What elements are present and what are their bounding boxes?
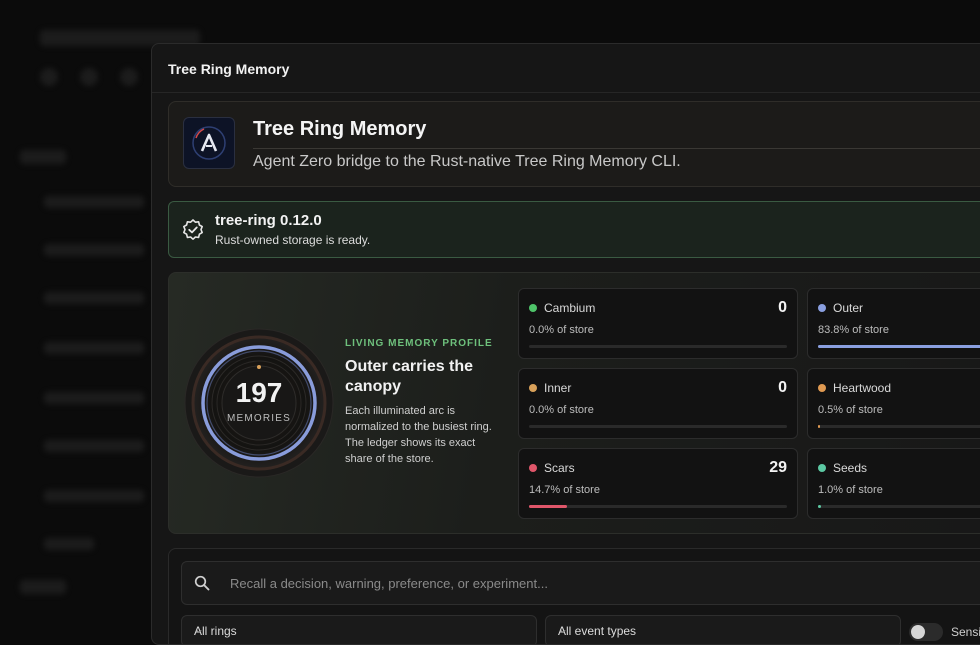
ring-share-fill bbox=[818, 425, 821, 428]
ring-share: 0.0% of store bbox=[529, 404, 594, 416]
ring-share-bar bbox=[529, 345, 787, 348]
status-message: Rust-owned storage is ready. bbox=[215, 233, 371, 247]
chevron-down-icon: ⌄ bbox=[194, 622, 205, 636]
plugin-header-card: Tree Ring Memory Agent Zero bridge to th… bbox=[168, 101, 980, 187]
ring-name: Heartwood bbox=[833, 381, 892, 395]
ring-share: 14.7% of store bbox=[529, 484, 600, 496]
ring-name: Scars bbox=[544, 461, 575, 475]
chevron-down-icon: ⌄ bbox=[558, 622, 569, 636]
ring-name: Inner bbox=[544, 381, 572, 395]
ring-tile-outer[interactable]: Outer 83.8% of store bbox=[807, 288, 980, 359]
profile-kicker: LIVING MEMORY PROFILE bbox=[345, 338, 493, 349]
ring-count: 0 bbox=[778, 299, 787, 316]
ring-tile-heartwood[interactable]: Heartwood 0.5% of store bbox=[807, 368, 980, 439]
ring-color-dot bbox=[529, 384, 537, 392]
search-icon bbox=[194, 575, 210, 596]
ring-name: Cambium bbox=[544, 301, 596, 315]
memory-count-label: MEMORIES bbox=[226, 413, 292, 424]
ring-share-bar bbox=[818, 425, 980, 428]
tree-ring-memory-modal: Tree Ring Memory Tree Ring Memory Agent … bbox=[151, 43, 980, 645]
status-banner: tree-ring 0.12.0 Rust-owned storage is r… bbox=[168, 201, 980, 258]
memory-profile-card: 197 MEMORIES LIVING MEMORY PROFILE Outer… bbox=[168, 272, 980, 534]
ring-color-dot bbox=[529, 304, 537, 312]
ring-share-fill bbox=[818, 345, 980, 348]
recall-search-input[interactable] bbox=[228, 562, 932, 604]
ring-share: 1.0% of store bbox=[818, 484, 883, 496]
toggle-knob bbox=[911, 625, 925, 639]
ring-count: 0 bbox=[778, 379, 787, 396]
verified-badge-icon bbox=[181, 218, 205, 247]
modal-title: Tree Ring Memory bbox=[168, 61, 290, 77]
profile-description: Each illuminated arc is normalized to th… bbox=[345, 405, 492, 465]
profile-heading: Outer carries the canopy bbox=[345, 358, 474, 395]
ring-share-bar bbox=[818, 345, 980, 348]
ring-color-dot bbox=[818, 304, 826, 312]
ring-tile-inner[interactable]: Inner 0 0.0% of store bbox=[518, 368, 798, 439]
plugin-description: Agent Zero bridge to the Rust-native Tre… bbox=[253, 153, 681, 170]
ring-name: Seeds bbox=[833, 461, 868, 475]
ring-color-dot bbox=[818, 384, 826, 392]
ring-name: Outer bbox=[833, 301, 864, 315]
header-divider bbox=[253, 148, 980, 149]
ring-tile-seeds[interactable]: Seeds 1.0% of store bbox=[807, 448, 980, 519]
recall-panel: All rings ⌄ All event types ⌄ Sensi bbox=[168, 548, 980, 644]
plugin-title: Tree Ring Memory bbox=[253, 118, 427, 140]
ring-tile-scars[interactable]: Scars 29 14.7% of store bbox=[518, 448, 798, 519]
memory-ring-visual: 197 MEMORIES bbox=[183, 327, 335, 479]
status-title: tree-ring 0.12.0 bbox=[215, 212, 322, 229]
ring-share-bar bbox=[529, 505, 787, 508]
ring-color-dot bbox=[529, 464, 537, 472]
ring-share-fill bbox=[818, 505, 821, 508]
sensitive-toggle[interactable] bbox=[909, 623, 943, 641]
search-box[interactable] bbox=[181, 561, 980, 605]
event-type-filter-select[interactable]: All event types ⌄ bbox=[545, 615, 901, 644]
ring-share-fill bbox=[529, 505, 567, 508]
ring-count: 29 bbox=[769, 459, 787, 476]
ring-share: 0.0% of store bbox=[529, 324, 594, 336]
modal-divider bbox=[152, 92, 980, 93]
sensitive-toggle-label: Sensi bbox=[951, 625, 980, 639]
memory-count: 197 bbox=[235, 377, 283, 408]
ring-tile-cambium[interactable]: Cambium 0 0.0% of store bbox=[518, 288, 798, 359]
agent-zero-logo-icon bbox=[183, 117, 235, 169]
ring-filter-select[interactable]: All rings ⌄ bbox=[181, 615, 537, 644]
ring-share-bar bbox=[818, 505, 980, 508]
ring-share: 0.5% of store bbox=[818, 404, 883, 416]
ring-share-bar bbox=[529, 425, 787, 428]
ring-share: 83.8% of store bbox=[818, 324, 889, 336]
ring-color-dot bbox=[818, 464, 826, 472]
